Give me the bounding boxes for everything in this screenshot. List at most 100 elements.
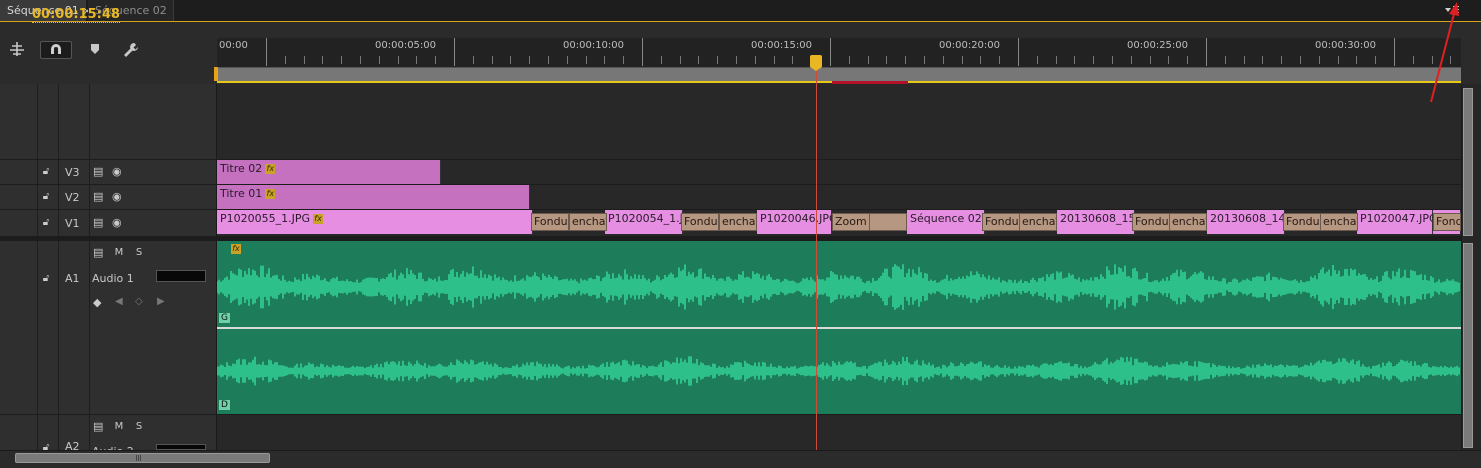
snap-button[interactable] [40, 41, 72, 59]
work-area-bar[interactable] [217, 67, 1461, 81]
prev-keyframe-icon[interactable]: ◀ [115, 296, 123, 307]
track-label-a1[interactable]: A1 [65, 272, 80, 285]
clip-label: 20130608_14( [1210, 212, 1285, 225]
transition[interactable]: Fondu [1283, 213, 1321, 231]
ruler-tick [848, 56, 850, 64]
transition[interactable]: Fondu [531, 213, 569, 231]
marker-icon[interactable] [84, 42, 106, 58]
ruler-tick [886, 56, 888, 64]
timecode-display[interactable]: 00:00:15:48 [32, 8, 120, 23]
clip-v1-3[interactable]: P1020046.JPG [757, 210, 832, 234]
work-area-start-handle[interactable] [214, 67, 218, 81]
ruler-tick [529, 56, 531, 64]
audio-scroll-thumb[interactable] [1463, 243, 1473, 448]
clip-label: Titre 02 [220, 162, 263, 175]
ruler-label: 00:00:15:00 [751, 40, 813, 51]
playhead-handle[interactable] [810, 55, 822, 71]
mute-button[interactable]: M [112, 246, 126, 260]
fx-icon: fx [265, 189, 276, 199]
track-title: Audio 1 [92, 272, 134, 285]
transition[interactable]: enchaîn [569, 213, 607, 231]
ruler-tick [510, 56, 512, 64]
ruler-tick [378, 56, 380, 64]
transition[interactable]: Zoom [832, 213, 870, 231]
next-keyframe-icon[interactable]: ▶ [157, 296, 165, 307]
insert-track-icon[interactable] [6, 42, 28, 58]
eye-icon[interactable]: ◉ [112, 190, 122, 203]
channel-label-left: G [219, 313, 230, 323]
clip-v1-2[interactable]: P1020054_1.J [605, 210, 683, 234]
transition[interactable]: Fondu [681, 213, 719, 231]
clip-titre-01[interactable]: Titre 01 fx [217, 185, 530, 209]
ruler-tick [1337, 56, 1339, 64]
transition[interactable]: Fond [1433, 213, 1461, 231]
ruler-tick [1375, 56, 1377, 64]
lock-icon[interactable]: 🔓︎ [40, 191, 52, 203]
ruler-tick [980, 56, 982, 64]
ruler-tick [905, 56, 907, 64]
film-icon[interactable]: ▤ [93, 190, 103, 203]
ruler-tick [679, 56, 681, 64]
transition[interactable]: Fondu [982, 213, 1020, 231]
clip-titre-02[interactable]: Titre 02 fx [217, 160, 441, 184]
ruler-tick [1036, 56, 1038, 64]
ruler-label: 00:00:05:00 [375, 40, 437, 51]
track-label-v2[interactable]: V2 [65, 191, 80, 204]
film-icon[interactable]: ▤ [93, 246, 103, 259]
track-label-v1[interactable]: V1 [65, 217, 80, 230]
transition[interactable]: enchaîn [719, 213, 757, 231]
ruler-tick [999, 56, 1001, 64]
clip-v1-5[interactable]: 20130608_15( [1057, 210, 1135, 234]
ruler-tick [1394, 38, 1395, 66]
transition-zoom-tail[interactable] [869, 213, 907, 231]
ruler-tick [1300, 56, 1301, 64]
eye-icon[interactable]: ◉ [112, 216, 122, 229]
film-icon[interactable]: ▤ [93, 165, 103, 178]
ruler-tick [1412, 56, 1414, 64]
clip-label: P1020054_1.J [608, 212, 683, 225]
ruler-label: 00:00:30:00 [1315, 40, 1377, 51]
ruler-label: 00:00:25:00 [1127, 40, 1189, 51]
solo-button[interactable]: S [132, 246, 146, 260]
zoom-scroll-thumb[interactable] [15, 453, 270, 463]
film-icon[interactable]: ▤ [93, 216, 103, 229]
ruler-tick [266, 38, 267, 66]
clip-v1-6[interactable]: 20130608_14( [1207, 210, 1285, 234]
ruler-tick [942, 56, 944, 64]
film-icon[interactable]: ▤ [93, 420, 103, 433]
add-keyframe-icon[interactable]: ◇ [135, 296, 143, 307]
clip-v1-7[interactable]: P1020047.JPG [1357, 210, 1433, 234]
ruler-tick [961, 56, 963, 64]
ruler-tick [924, 56, 925, 64]
ruler-tick [792, 56, 794, 64]
ruler-label: 00:00:10:00 [563, 40, 625, 51]
ruler-tick [284, 56, 286, 64]
transition[interactable]: enchaîn [1019, 213, 1057, 231]
wrench-icon[interactable] [120, 42, 142, 58]
clip-v1-1[interactable]: P1020055_1.JPG fx [217, 210, 533, 234]
track-label-v3[interactable]: V3 [65, 166, 80, 179]
playhead-line[interactable] [816, 67, 817, 450]
ruler-tick [1168, 56, 1170, 64]
channel-label-right: D [219, 400, 230, 410]
clip-label: Titre 01 [220, 187, 263, 200]
lock-icon[interactable]: 🔓︎ [40, 273, 52, 285]
keyframe-icon[interactable]: ◆ [93, 296, 101, 309]
clip-label: P1020055_1.JPG [220, 212, 311, 225]
transition[interactable]: enchaîn [1169, 213, 1207, 231]
eye-icon[interactable]: ◉ [112, 165, 122, 178]
clip-label: 20130608_15( [1060, 212, 1135, 225]
mute-button[interactable]: M [112, 420, 126, 434]
video-scroll-thumb[interactable] [1463, 88, 1473, 236]
clip-v1-4[interactable]: Séquence 02.J [907, 210, 985, 234]
ruler-tick [454, 38, 455, 66]
lock-icon[interactable]: 🔓︎ [40, 166, 52, 178]
lock-icon[interactable]: 🔓︎ [40, 217, 52, 229]
ruler-tick [1112, 56, 1113, 64]
transition[interactable]: Fondu [1132, 213, 1170, 231]
solo-button[interactable]: S [132, 420, 146, 434]
ruler-tick [1093, 56, 1095, 64]
clip-label: Séquence 02.J [910, 212, 985, 225]
transition[interactable]: enchaîn [1320, 213, 1358, 231]
ruler-label: 00:00 [219, 40, 248, 51]
